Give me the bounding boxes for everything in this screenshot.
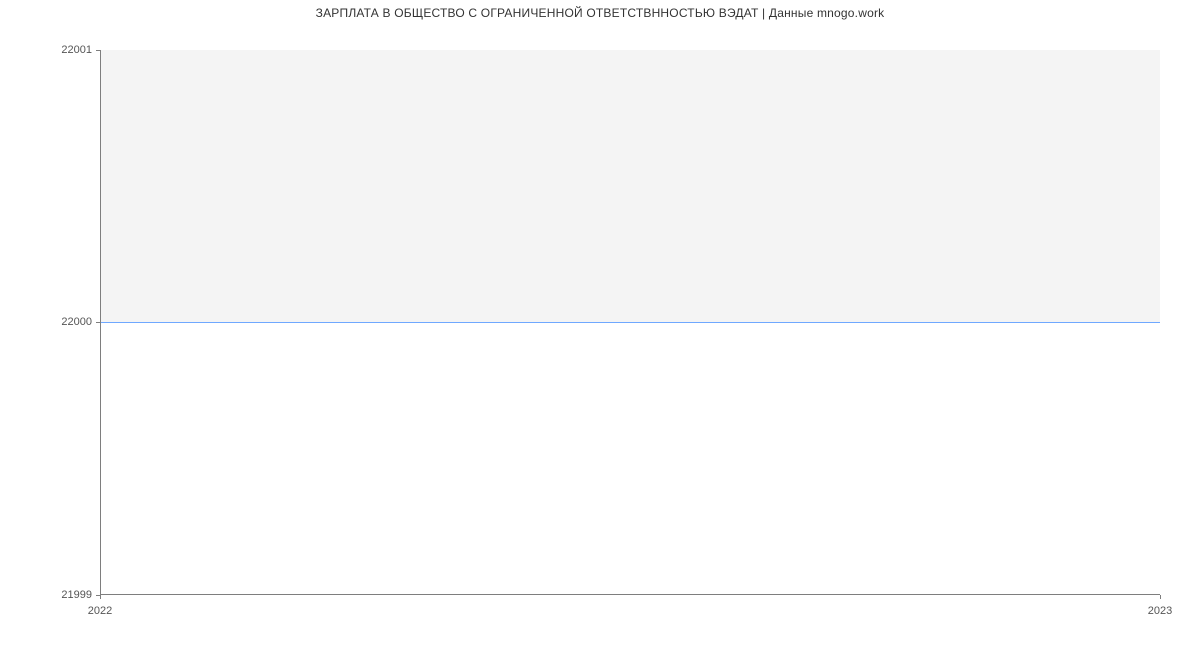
y-axis-label: 22000 (2, 316, 92, 328)
plot-band-upper (101, 50, 1160, 322)
y-tick (96, 50, 100, 51)
plot-area (100, 50, 1160, 595)
x-axis-label: 2023 (1148, 605, 1172, 617)
series-line-salary (101, 322, 1160, 323)
y-axis-label: 21999 (2, 589, 92, 601)
x-tick (1160, 595, 1161, 599)
y-tick (96, 322, 100, 323)
x-tick (100, 595, 101, 599)
chart-title: ЗАРПЛАТА В ОБЩЕСТВО С ОГРАНИЧЕННОЙ ОТВЕТ… (0, 6, 1200, 20)
y-axis-label: 22001 (2, 44, 92, 56)
salary-chart: ЗАРПЛАТА В ОБЩЕСТВО С ОГРАНИЧЕННОЙ ОТВЕТ… (0, 0, 1200, 650)
x-axis-label: 2022 (88, 605, 112, 617)
